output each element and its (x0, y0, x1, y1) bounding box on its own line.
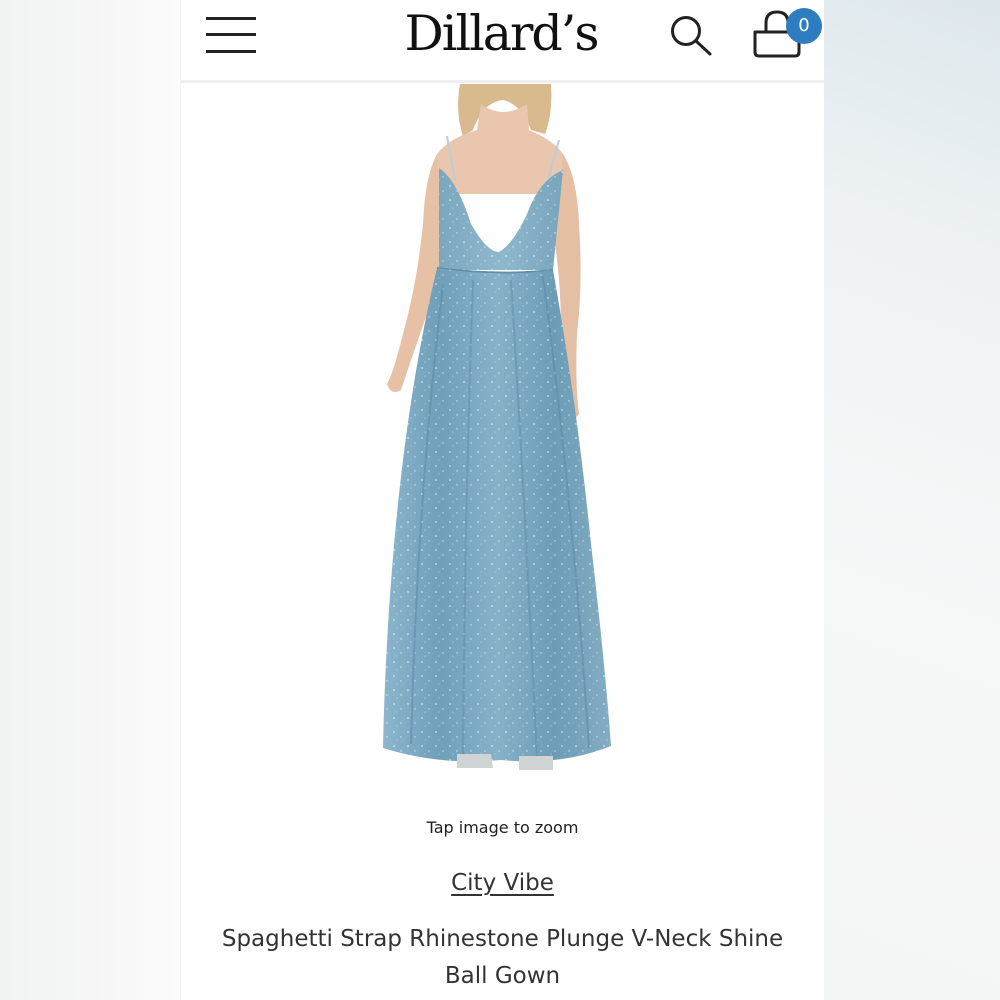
product-image[interactable] (181, 84, 824, 784)
product-title: Spaghetti Strap Rhinestone Plunge V-Neck… (221, 926, 784, 989)
search-icon (671, 16, 712, 56)
cart-count-badge: 0 (786, 8, 822, 44)
brand-name: City Vibe (181, 870, 824, 896)
menu-line (206, 33, 256, 36)
shopping-bag-button[interactable]: 0 (750, 8, 822, 64)
background-right (824, 0, 1000, 1000)
product-page: Dillard’s 0 Tap image to zoom City Vibe … (181, 0, 824, 1000)
model-wearing-gown-image (383, 84, 611, 770)
menu-line (206, 17, 256, 20)
site-header: Dillard’s 0 (181, 0, 824, 83)
dillards-logo[interactable]: Dillard’s (371, 2, 631, 66)
menu-button[interactable] (204, 15, 258, 55)
tap-to-zoom-hint: Tap image to zoom (426, 818, 579, 837)
brand-link[interactable]: City Vibe (451, 870, 554, 896)
background-left (0, 0, 180, 1000)
search-button[interactable] (667, 12, 715, 60)
menu-line (206, 50, 256, 53)
